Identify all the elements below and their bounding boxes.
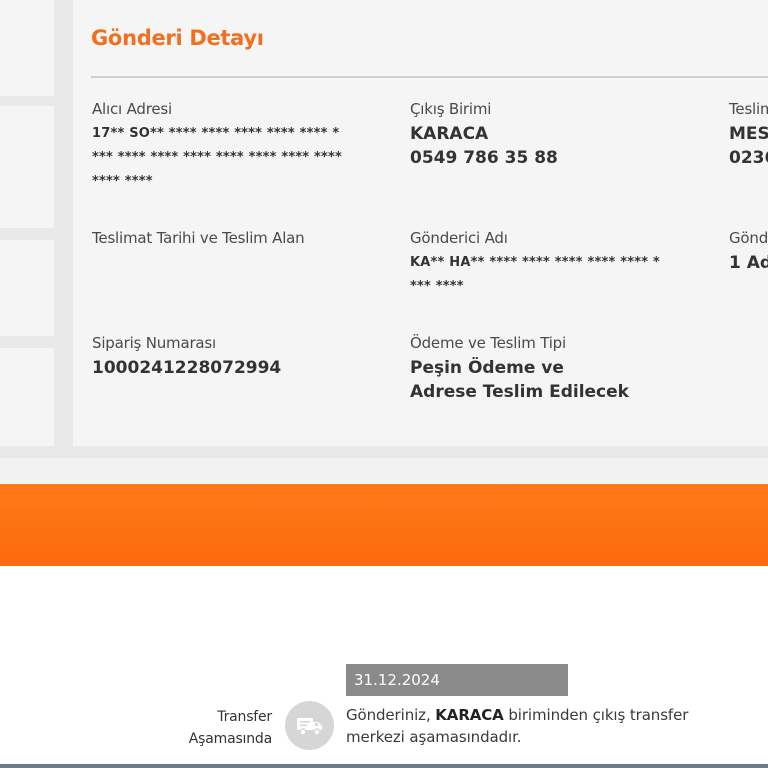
- payment-type-line1: Peşin Ödeme ve: [410, 358, 564, 378]
- field-value: KA** HA** **** **** **** **** **** * ***…: [410, 251, 660, 299]
- sender-name-line1: KA** HA** **** **** **** **** **** *: [410, 255, 660, 270]
- step-desc-unit: KARACA: [435, 706, 504, 724]
- field-delivery-unit: Teslim MES 0236: [729, 100, 768, 170]
- exit-unit-name: KARACA: [410, 124, 489, 144]
- field-recipient-address: Alıcı Adresi 17** SO** **** **** **** **…: [92, 100, 342, 194]
- field-delivery-date: Teslimat Tarihi ve Teslim Alan: [92, 229, 305, 247]
- field-value: MES 0236: [729, 122, 768, 170]
- sidebar-panel-4[interactable]: [0, 348, 54, 446]
- shipment-detail-card: Gönderi Detayı Alıcı Adresi 17** SO** **…: [73, 0, 768, 446]
- field-payment-type: Ödeme ve Teslim Tipi Peşin Ödeme ve Adre…: [410, 334, 629, 404]
- field-value: Peşin Ödeme ve Adrese Teslim Edilecek: [410, 356, 629, 404]
- step-icon-circle: [285, 701, 334, 750]
- step-status-line2: Aşamasında: [188, 731, 272, 747]
- sidebar-panel-3[interactable]: [0, 240, 54, 336]
- field-label: Ödeme ve Teslim Tipi: [410, 334, 566, 352]
- field-label: Gönderici Adı: [410, 229, 508, 247]
- delivery-unit-name: MES: [729, 124, 768, 144]
- field-label: Teslim: [729, 100, 768, 118]
- field-label: Çıkış Birimi: [410, 100, 492, 118]
- orange-banner: [0, 484, 768, 566]
- field-sender-count: Gönd 1 Ad: [729, 229, 768, 275]
- section-divider: [0, 458, 768, 484]
- step-description: Gönderiniz, KARACA biriminden çıkış tran…: [346, 704, 726, 748]
- field-sender-name: Gönderici Adı KA** HA** **** **** **** *…: [410, 229, 660, 299]
- field-label: Sipariş Numarası: [92, 334, 216, 352]
- payment-type-line2: Adrese Teslim Edilecek: [410, 382, 629, 402]
- sidebar-panel-1[interactable]: [0, 0, 54, 96]
- step-desc-prefix: Gönderiniz,: [346, 706, 436, 724]
- field-label: Gönd: [729, 229, 768, 247]
- field-order-number: Sipariş Numarası 1000241228072994: [92, 334, 281, 380]
- delivery-unit-phone: 0236: [729, 148, 768, 168]
- field-label: Teslimat Tarihi ve Teslim Alan: [92, 229, 305, 247]
- sender-name-line2: *** ****: [410, 279, 464, 294]
- recipient-address-line1: 17** SO** **** **** **** **** **** *: [92, 126, 340, 141]
- delivery-truck-icon: [296, 717, 322, 736]
- recipient-address-line3: **** ****: [92, 174, 153, 189]
- title-divider: [91, 76, 768, 78]
- field-value: 1 Ad: [729, 253, 768, 273]
- recipient-address-line2: *** **** **** **** **** **** **** ****: [92, 150, 343, 165]
- step-status-label: Transfer Aşamasında: [150, 706, 272, 750]
- bottom-border: [0, 764, 768, 768]
- field-value: KARACA 0549 786 35 88: [410, 122, 558, 170]
- order-number-value: 1000241228072994: [92, 358, 282, 378]
- field-value: 17** SO** **** **** **** **** **** * ***…: [92, 122, 342, 194]
- sidebar-panel-2[interactable]: [0, 106, 54, 228]
- field-label: Alıcı Adresi: [92, 100, 172, 118]
- detail-title: Gönderi Detayı: [91, 26, 264, 50]
- exit-unit-phone: 0549 786 35 88: [410, 148, 558, 168]
- step-date-badge: 31.12.2024: [346, 664, 568, 696]
- field-exit-unit: Çıkış Birimi KARACA 0549 786 35 88: [410, 100, 558, 170]
- step-status-line1: Transfer: [217, 709, 272, 725]
